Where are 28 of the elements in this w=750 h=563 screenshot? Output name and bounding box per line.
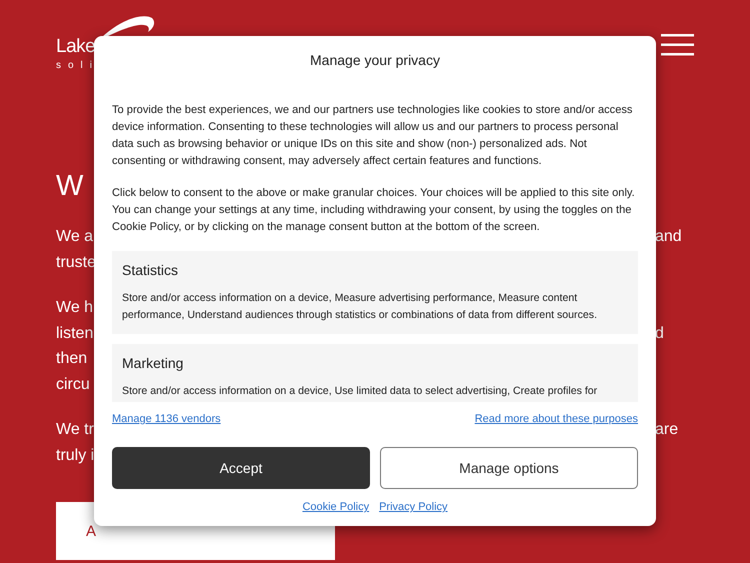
paragraph-text: We a bbox=[56, 227, 94, 247]
accept-button[interactable]: Accept bbox=[112, 447, 370, 489]
menu-icon[interactable] bbox=[661, 34, 694, 56]
dialog-title: Manage your privacy bbox=[309, 51, 441, 70]
purpose-panel[interactable]: Marketing Store and/or access information on a device, Use limited data to select advertising, Create profiles for bbox=[112, 344, 638, 402]
purpose-description: Store and/or access information on a device, Use limited data to select advertising, Create profiles for bbox=[122, 384, 598, 399]
consent-text: To provide the best experiences, we and our partners use technologies like cookies to store and/or access device information. Consenting to these technologies will allow us and our partners to process personal data such as browsing behavior or unique IDs on this site and show (non-) personalized ads. Not consenting or withdrawing consent, may adversely affect certain features and functions. bbox=[112, 103, 634, 169]
paragraph-text: circu bbox=[56, 374, 90, 394]
paragraph-text: then bbox=[56, 349, 88, 369]
consent-text: Click below to consent to the above or make granular choices. Your choices will be applied to this site only. You can change your settings at any time, including withdrawing your consent, by using the toggles on the Cookie Policy, or by clicking on the manage consent button at the bottom of the screen. bbox=[112, 186, 636, 235]
purpose-title: Statistics bbox=[122, 261, 180, 280]
paragraph-text: truly i bbox=[56, 446, 94, 466]
paragraph-text: truste bbox=[56, 252, 96, 272]
purpose-description: Store and/or access information on a device, Measure advertising performance, Measure content performance, Understand audiences through statistics or combinations of data from different sources. bbox=[122, 291, 598, 323]
purpose-title: Marketing bbox=[122, 354, 184, 373]
policy-link[interactable]: Privacy Policy bbox=[379, 500, 448, 514]
paragraph-text: are bbox=[655, 420, 678, 440]
paragraph-text: We tr bbox=[56, 420, 94, 440]
manage-options-button[interactable]: Manage options bbox=[380, 447, 638, 489]
paragraph-text: listen bbox=[56, 324, 94, 344]
consent-link[interactable]: Manage 1136 vendors bbox=[112, 412, 221, 426]
hero-heading: W bbox=[56, 169, 84, 204]
logo-name: Lake bbox=[56, 35, 96, 59]
paragraph-text: and bbox=[655, 227, 682, 247]
logo-tagline: soli bbox=[56, 60, 100, 72]
consent-link[interactable]: Read more about these purposes bbox=[474, 412, 638, 426]
paragraph-text: d bbox=[655, 324, 664, 344]
paragraph-text: We h bbox=[56, 298, 94, 318]
